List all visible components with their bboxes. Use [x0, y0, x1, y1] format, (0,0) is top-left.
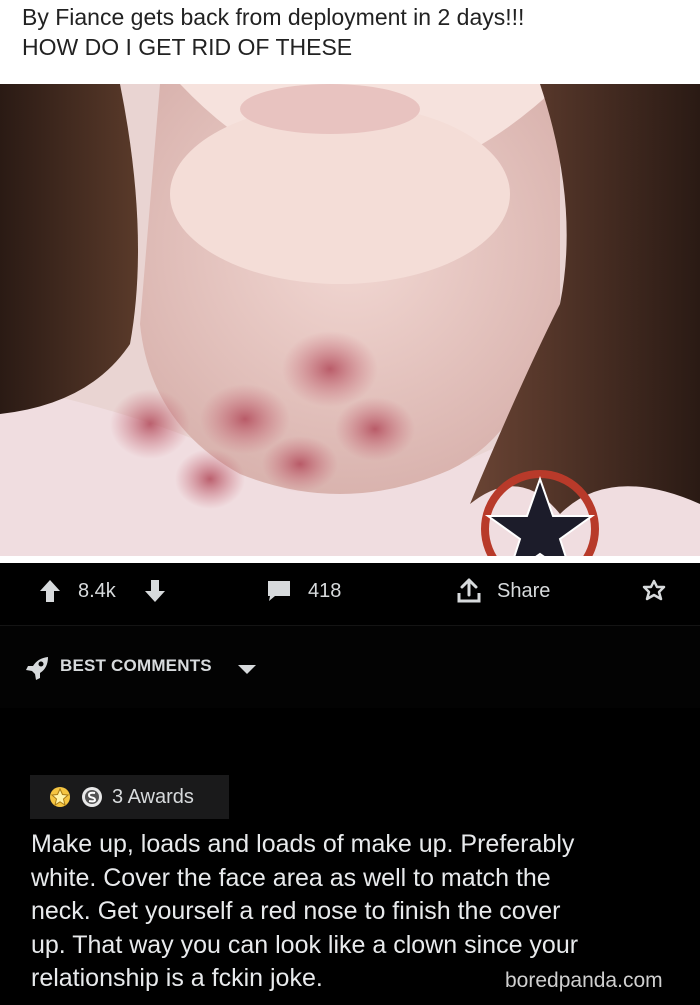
post-title: By Fiance gets back from deployment in 2… — [22, 2, 692, 62]
comments-button[interactable]: 418 — [266, 576, 341, 606]
chevron-down-icon — [238, 665, 256, 674]
comment-line: neck. Get yourself a red nose to finish … — [31, 897, 561, 925]
share-icon — [457, 578, 481, 603]
post-action-bar: 8.4k 418 Share — [0, 563, 700, 625]
arrow-down-icon — [145, 580, 165, 602]
watermark: boredpanda.com — [505, 969, 663, 992]
comment: 3 Awards Make up, loads and loads of mak… — [0, 708, 700, 1005]
comment-sort-bar[interactable]: BEST COMMENTS — [0, 625, 700, 709]
vote-count: 8.4k — [78, 579, 116, 602]
awards-badge[interactable]: 3 Awards — [30, 775, 229, 819]
share-label: Share — [497, 579, 551, 602]
coin-award-icon — [82, 787, 102, 807]
arrow-up-icon — [40, 580, 60, 602]
comment-line: up. That way you can look like a clown s… — [31, 930, 579, 959]
post-header: By Fiance gets back from deployment in 2… — [0, 0, 700, 84]
chat-bubble-icon — [268, 581, 290, 601]
comment-count: 418 — [308, 579, 342, 602]
awards-count: 3 Awards — [112, 785, 194, 808]
award-icon — [642, 579, 666, 601]
downvote-button[interactable] — [143, 576, 167, 606]
comment-line: white. Cover the face area as well to ma… — [31, 863, 551, 892]
post-title-line-2: HOW DO I GET RID OF THESE — [22, 34, 353, 60]
silver-award-icon — [50, 787, 70, 807]
rocket-icon — [26, 657, 48, 680]
upvote-button[interactable] — [38, 576, 62, 606]
comment-line: Make up, loads and loads of make up. Pre… — [31, 830, 575, 858]
give-award-button[interactable] — [641, 576, 667, 606]
divider — [0, 556, 700, 563]
sort-label: BEST COMMENTS — [60, 656, 212, 675]
neck-photo-illustration — [0, 84, 700, 556]
post-photo[interactable] — [0, 84, 700, 556]
post-title-line-1: By Fiance gets back from deployment in 2… — [22, 4, 525, 30]
share-button[interactable]: Share — [455, 576, 550, 606]
